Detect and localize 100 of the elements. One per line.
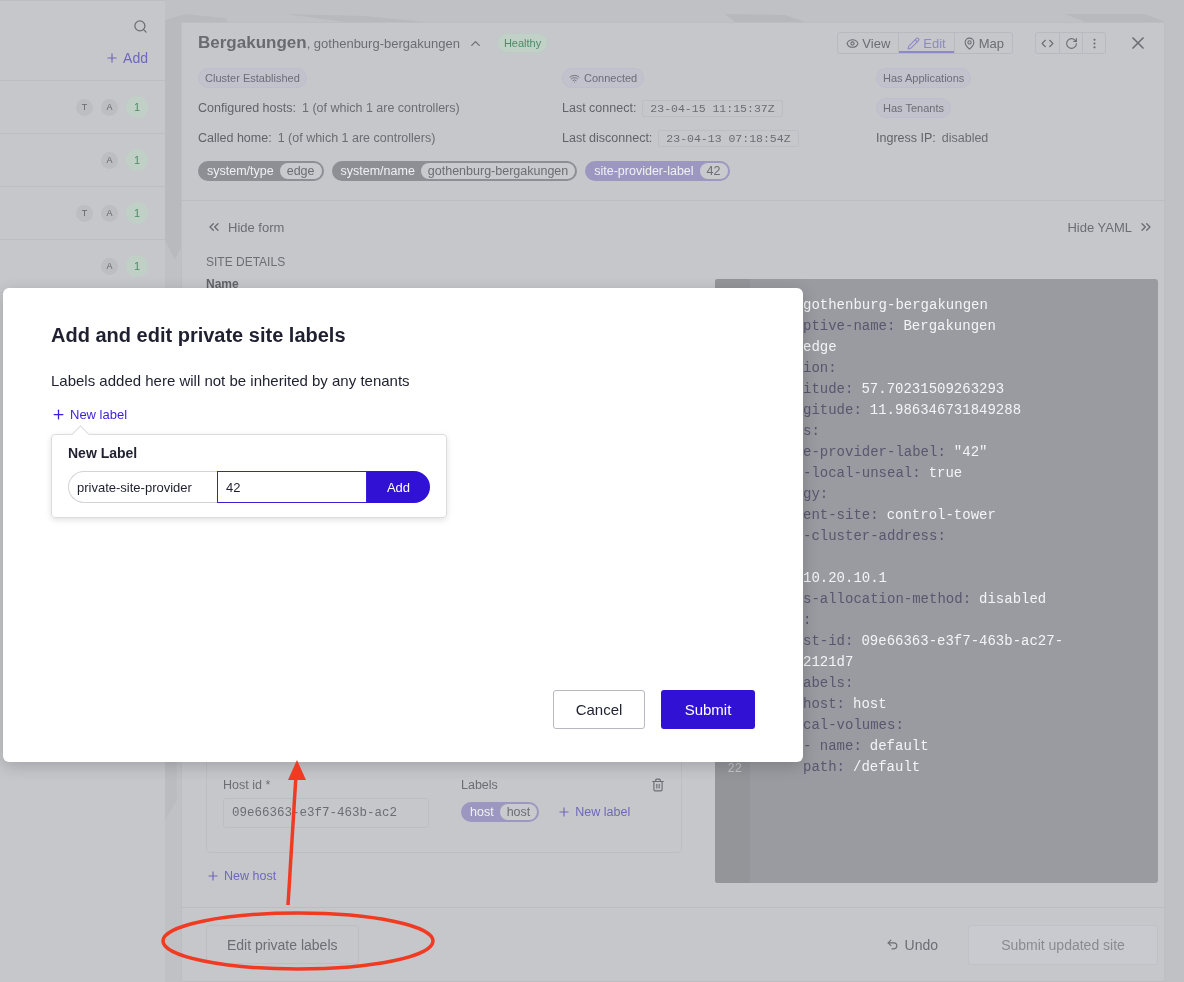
yaml-value: 57.70231509263293 bbox=[861, 381, 1005, 399]
add-link[interactable]: Add bbox=[105, 50, 148, 66]
status-badge: Has Applications bbox=[876, 68, 972, 88]
timestamp: 23-04-13 07:18:54Z bbox=[658, 129, 799, 147]
edit-private-labels-button[interactable]: Edit private labels bbox=[206, 925, 359, 964]
add-button[interactable]: Add bbox=[367, 471, 430, 503]
letter-badge: T bbox=[76, 98, 93, 116]
plus-icon bbox=[206, 869, 220, 883]
count-badge: 1 bbox=[126, 149, 148, 171]
hide-yaml-link[interactable]: Hide YAML bbox=[1067, 219, 1154, 235]
label-key: host bbox=[470, 805, 494, 819]
letter-badge: A bbox=[101, 151, 118, 169]
yaml-key: - name: bbox=[803, 738, 862, 759]
new-label-link[interactable]: New label bbox=[51, 407, 755, 422]
required-mark: * bbox=[265, 778, 271, 792]
letter-badge: T bbox=[76, 204, 93, 222]
tab-icon bbox=[962, 36, 976, 50]
field-value: disabled bbox=[941, 131, 989, 145]
yaml-key: s-allocation-method: bbox=[803, 591, 972, 612]
status-badge: Cluster Established bbox=[198, 68, 307, 88]
label-value: gothenburg-bergakungen bbox=[420, 163, 576, 179]
yaml-value: control-tower bbox=[886, 507, 996, 525]
label-key: site-provider-label bbox=[594, 164, 694, 178]
field-value: 1 (of which 1 are controllers) bbox=[302, 101, 460, 115]
yaml-key: host: bbox=[803, 696, 845, 717]
label-key: system/type bbox=[207, 164, 274, 178]
yaml-key: gitude: bbox=[803, 402, 862, 423]
yaml-value: /default bbox=[853, 759, 921, 777]
timestamp: 23-04-15 11:15:37Z bbox=[642, 99, 783, 117]
undo-button[interactable]: Undo bbox=[879, 935, 944, 954]
letter-badge: A bbox=[101, 257, 118, 275]
yaml-key: abels: bbox=[803, 675, 854, 696]
count-badge: 1 bbox=[126, 202, 148, 224]
count-badge: 1 bbox=[126, 255, 148, 277]
search-icon[interactable] bbox=[133, 19, 148, 34]
field-label: Name bbox=[206, 277, 240, 291]
tab-icon bbox=[846, 36, 860, 50]
letter-badge: A bbox=[101, 98, 118, 116]
plus-icon bbox=[557, 805, 572, 819]
dialog-description: Labels added here will not be inherited by any tenants bbox=[51, 372, 411, 389]
yaml-value: Bergakungen bbox=[903, 318, 996, 336]
label-key-field[interactable]: private-site-provider bbox=[68, 471, 217, 503]
label-value: 42 bbox=[699, 163, 728, 179]
yaml-value: 11.986346731849288 bbox=[869, 402, 1022, 420]
status-badge: Connected bbox=[562, 68, 645, 88]
health-badge: Healthy bbox=[496, 33, 549, 53]
submit-updated-site-button[interactable]: Submit updated site bbox=[968, 924, 1158, 965]
label-value-field[interactable]: 42 bbox=[217, 471, 367, 503]
letter-badge: A bbox=[101, 204, 118, 222]
yaml-key: ent-site: bbox=[803, 507, 879, 528]
cancel-button[interactable]: Cancel bbox=[553, 690, 645, 729]
yaml-value: edge bbox=[803, 339, 837, 357]
view-tab[interactable]: Map bbox=[953, 33, 1012, 53]
hide-form-link[interactable]: Hide form bbox=[206, 219, 285, 235]
yaml-key: ion: bbox=[803, 360, 837, 381]
trash-icon[interactable] bbox=[651, 778, 665, 792]
yaml-value: 09e66363-e3f7-463b-ac27- bbox=[861, 633, 1064, 651]
yaml-value: gothenburg-bergakungen bbox=[803, 297, 988, 315]
plus-icon bbox=[51, 407, 66, 422]
field-label: Called home: bbox=[198, 131, 272, 145]
field-label: Last disconnect: bbox=[562, 131, 653, 145]
field-label: Last connect: bbox=[562, 101, 637, 115]
status-badge: Has Tenants bbox=[876, 98, 951, 118]
yaml-key: st-id: bbox=[803, 633, 854, 654]
site-title: Bergakungen bbox=[198, 33, 307, 53]
yaml-key: ptive-name: bbox=[803, 318, 896, 339]
yaml-value: "42" bbox=[953, 444, 988, 462]
view-tab[interactable]: Edit bbox=[898, 33, 954, 53]
new-host-link[interactable]: New host bbox=[206, 869, 682, 883]
field-label: Configured hosts: bbox=[198, 101, 296, 115]
wifi-icon bbox=[569, 72, 580, 84]
label-value: edge bbox=[279, 163, 322, 179]
yaml-key: cal-volumes: bbox=[803, 717, 904, 738]
field-label: Host id * bbox=[223, 778, 272, 792]
yaml-key: e-provider-label: bbox=[803, 444, 946, 465]
field-label: Labels bbox=[461, 778, 498, 792]
refresh-icon bbox=[1064, 36, 1078, 50]
dialog-title: Add and edit private site labels bbox=[51, 324, 347, 347]
field-value: 1 (of which 1 are controllers) bbox=[277, 131, 436, 145]
yaml-key: itude: bbox=[803, 381, 854, 402]
yaml-key: path: bbox=[803, 759, 845, 780]
section-heading: SITE DETAILS bbox=[206, 255, 287, 269]
yaml-key: -local-unseal: bbox=[803, 465, 921, 486]
popover-title: New Label bbox=[68, 445, 139, 461]
yaml-value: 10.20.10.1 bbox=[803, 570, 887, 588]
new-label-link[interactable]: New label bbox=[557, 805, 631, 819]
label-value: host bbox=[499, 804, 538, 820]
yaml-value: disabled bbox=[979, 591, 1047, 609]
yaml-value: 2121d7 bbox=[803, 654, 854, 672]
yaml-key: : bbox=[803, 612, 812, 633]
submit-button[interactable]: Submit bbox=[661, 690, 755, 729]
undo-icon bbox=[885, 938, 899, 951]
yaml-value: host bbox=[853, 696, 887, 714]
view-tab[interactable]: View bbox=[838, 33, 899, 53]
yaml-key: -cluster-address: bbox=[803, 528, 946, 549]
plus-icon bbox=[105, 51, 120, 65]
yaml-value: default bbox=[869, 738, 929, 756]
label-key: system/name bbox=[340, 164, 415, 178]
yaml-key: s: bbox=[803, 423, 820, 444]
count-badge: 1 bbox=[126, 96, 148, 118]
